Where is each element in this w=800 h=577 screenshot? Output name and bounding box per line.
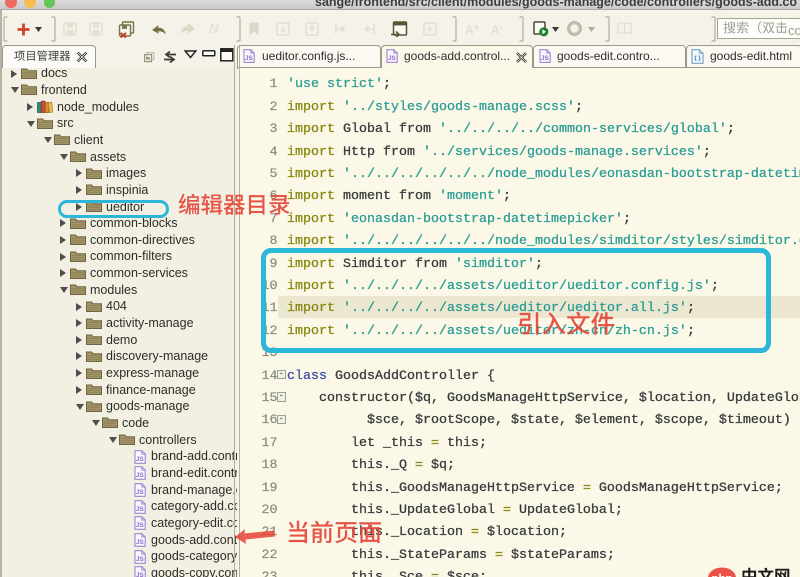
svg-text:JS: JS [541, 55, 550, 62]
svg-text:JS: JS [136, 506, 145, 513]
svg-text:php: php [712, 574, 733, 577]
svg-text:JS: JS [136, 572, 145, 577]
svg-text:JS: JS [136, 556, 145, 563]
svg-text:JS: JS [245, 55, 254, 62]
svg-text:JS: JS [136, 522, 145, 529]
svg-text:JS: JS [388, 55, 397, 62]
svg-text:JS: JS [136, 456, 145, 463]
svg-text:JS: JS [136, 539, 145, 546]
svg-text:JS: JS [136, 489, 145, 496]
svg-text:JS: JS [136, 472, 145, 479]
